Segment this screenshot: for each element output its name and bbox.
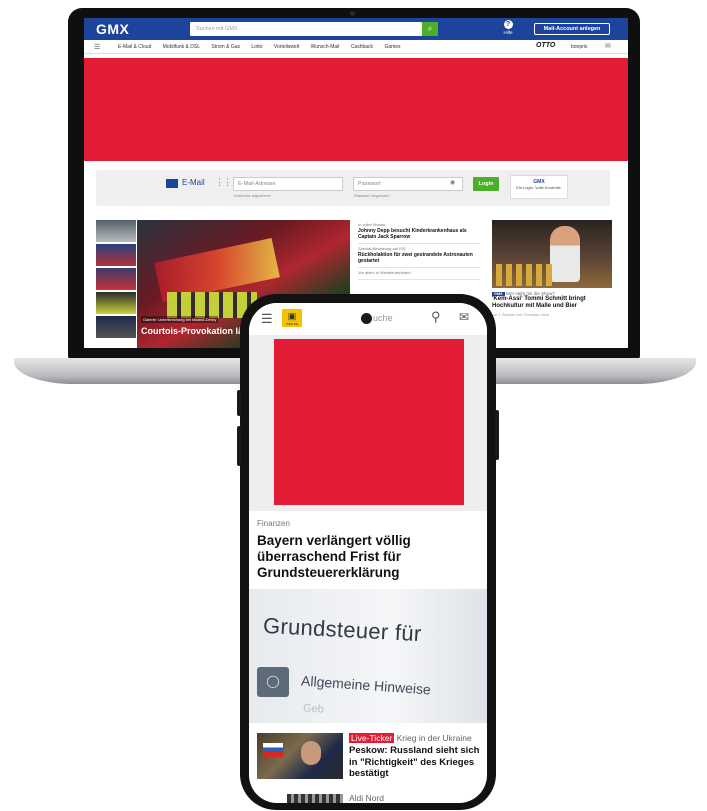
news-headline: Johnny Depp besucht Kinderkrankenhaus al…: [358, 228, 467, 240]
person-image: [301, 741, 321, 765]
webde-logo[interactable]: ▣ WEB.DE: [282, 309, 302, 327]
live-ticker-badge: Live-Ticker: [349, 733, 395, 743]
gmx-nav: ☰ E-Mail & Cloud Mobilfunk & DSL Strom &…: [84, 40, 628, 54]
otto-logo[interactable]: OTTO: [536, 42, 555, 49]
nav-item[interactable]: Vorteilswelt: [274, 44, 299, 50]
search-button[interactable]: ⌕: [422, 22, 438, 36]
mail-label: E-Mail: [182, 178, 205, 187]
menu-icon[interactable]: ☰: [94, 43, 100, 51]
feature-photo: [492, 220, 612, 288]
password-field[interactable]: Passwort: [353, 177, 463, 191]
news-headline: Rückholaktion für zwei gestrandete Astro…: [358, 252, 473, 264]
help-label: Hilfe: [503, 30, 513, 35]
email-field[interactable]: E-Mail-Adresse: [233, 177, 343, 191]
hero-caption-small: Galerie: Unterbrechung bei Madrid-Derby: [141, 316, 219, 323]
feature-headline: 'Kem-Assi' Tommi Schmitt bringt Hochkult…: [492, 296, 586, 310]
phone-volume-button: [237, 390, 241, 416]
phone-volume-button: [237, 426, 241, 466]
laptop-camera: [350, 11, 355, 16]
thumbnail[interactable]: [96, 220, 136, 242]
help-icon: ?: [503, 20, 513, 29]
news-thumbnail: [257, 733, 343, 779]
news-kicker: Aldi Nord: [349, 793, 384, 803]
photo-blurred-text: Geb: [302, 702, 325, 716]
hero-caption[interactable]: Courtois-Provokation lä: [141, 326, 243, 336]
news-item[interactable]: Live-Ticker Krieg in der Ukraine Peskow:…: [257, 731, 479, 783]
photo-subtext: Allgemeine Hinweise: [300, 672, 432, 698]
mail-account-button[interactable]: Mail-Account anlegen: [534, 23, 610, 35]
nav-item[interactable]: Games: [384, 44, 400, 50]
partner-text: Ein Login. Volle Kontrolle.: [516, 185, 562, 190]
mail-icon[interactable]: ✉: [459, 310, 469, 324]
feature-meta: vor 1 Stunde von Christian Vock: [492, 312, 549, 318]
mail-icon[interactable]: ✉: [605, 42, 611, 50]
register-link[interactable]: Kostenlos registrieren: [234, 194, 271, 198]
search-icon: ⌕: [427, 24, 433, 33]
login-bar: E-Mail ⋮⋮⋮ E-Mail-Adresse Kostenlos regi…: [96, 170, 610, 206]
news-kicker: Live-Ticker Krieg in der Ukraine: [349, 733, 472, 743]
nav-item[interactable]: Wunsch-Mail: [311, 44, 340, 50]
feature-article[interactable]: GMX Wer steht mir die Show? 'Kem-Assi' T…: [492, 220, 612, 317]
thumbnail[interactable]: [96, 244, 136, 266]
gmx-logo[interactable]: GMX: [96, 21, 129, 37]
news-kicker: Spezial-Besatzung auf ISS: [358, 246, 406, 251]
eye-icon[interactable]: ◉: [450, 179, 455, 186]
nav-item[interactable]: E-Mail & Cloud: [118, 44, 151, 50]
partner-badge[interactable]: GMX Ein Login. Volle Kontrolle.: [510, 175, 568, 199]
nav-item[interactable]: Lotto: [251, 44, 262, 50]
nav-item[interactable]: Strom & Gas: [211, 44, 240, 50]
forgot-password-link[interactable]: Passwort vergessen?: [354, 194, 390, 198]
login-button[interactable]: Login: [473, 177, 499, 191]
news-item[interactable]: Spezial-Besatzung auf ISS Rückholaktion …: [358, 244, 480, 268]
comment-icon: ◯: [257, 667, 289, 697]
front-camera: [361, 313, 372, 324]
news-list: In voller Montur Johnny Depp besucht Kin…: [358, 220, 480, 280]
search-input[interactable]: Suchen mit GMX: [190, 22, 422, 36]
thumbnail[interactable]: [96, 268, 136, 290]
news-item[interactable]: In voller Montur Johnny Depp besucht Kin…: [358, 220, 480, 244]
menu-icon[interactable]: ☰: [261, 311, 273, 327]
news-thumbnail: [287, 794, 343, 803]
news-headline: Peskow: Russland sieht sich in "Richtigk…: [349, 745, 480, 779]
phone-power-button: [495, 410, 499, 460]
news-kicker-text: Krieg in der Ukraine: [396, 733, 472, 743]
feature-trophies: [496, 264, 556, 286]
news-kicker: In voller Montur: [358, 222, 386, 227]
search-input[interactable]: uche: [373, 313, 393, 323]
flag-image: [263, 743, 283, 757]
news-item[interactable]: Aldi Nord: [257, 791, 479, 803]
ad-banner[interactable]: [274, 339, 464, 505]
gallery-thumbnails: [96, 220, 136, 340]
phone-screen: ☰ ▣ WEB.DE uche ⚲ ✉ Finanzen Bayern verlä…: [249, 303, 487, 803]
section-label: Finanzen: [257, 519, 290, 528]
article-photo[interactable]: Grundsteuer für ◯ Allgemeine Hinweise Ge…: [249, 589, 487, 723]
ad-banner[interactable]: [84, 58, 628, 161]
help-button[interactable]: ? Hilfe: [498, 20, 518, 35]
article-title[interactable]: Bayern verlängert völlig überraschend Fr…: [257, 533, 479, 581]
news-item[interactable]: Vor allem in Westdeutschland: [358, 268, 480, 280]
mail-icon: [166, 179, 178, 188]
nav-item[interactable]: Mobilfunk & DSL: [163, 44, 200, 50]
gmx-header: GMX Suchen mit GMX ⌕ ? Hilfe Mail-Accoun…: [84, 18, 628, 40]
thumbnail[interactable]: [96, 292, 136, 314]
search-icon[interactable]: ⚲: [431, 309, 441, 325]
news-kicker: Vor allem in Westdeutschland: [358, 270, 411, 275]
nav-item[interactable]: Cashback: [351, 44, 373, 50]
bonprix-logo[interactable]: bonprix: [571, 44, 587, 50]
logo-text: WEB.DE: [286, 322, 298, 326]
thumbnail[interactable]: [96, 316, 136, 338]
phone-header: ☰ ▣ WEB.DE uche ⚲ ✉: [249, 303, 487, 335]
photo-text: Grundsteuer für: [262, 612, 423, 647]
nav-items: E-Mail & Cloud Mobilfunk & DSL Strom & G…: [118, 44, 411, 50]
